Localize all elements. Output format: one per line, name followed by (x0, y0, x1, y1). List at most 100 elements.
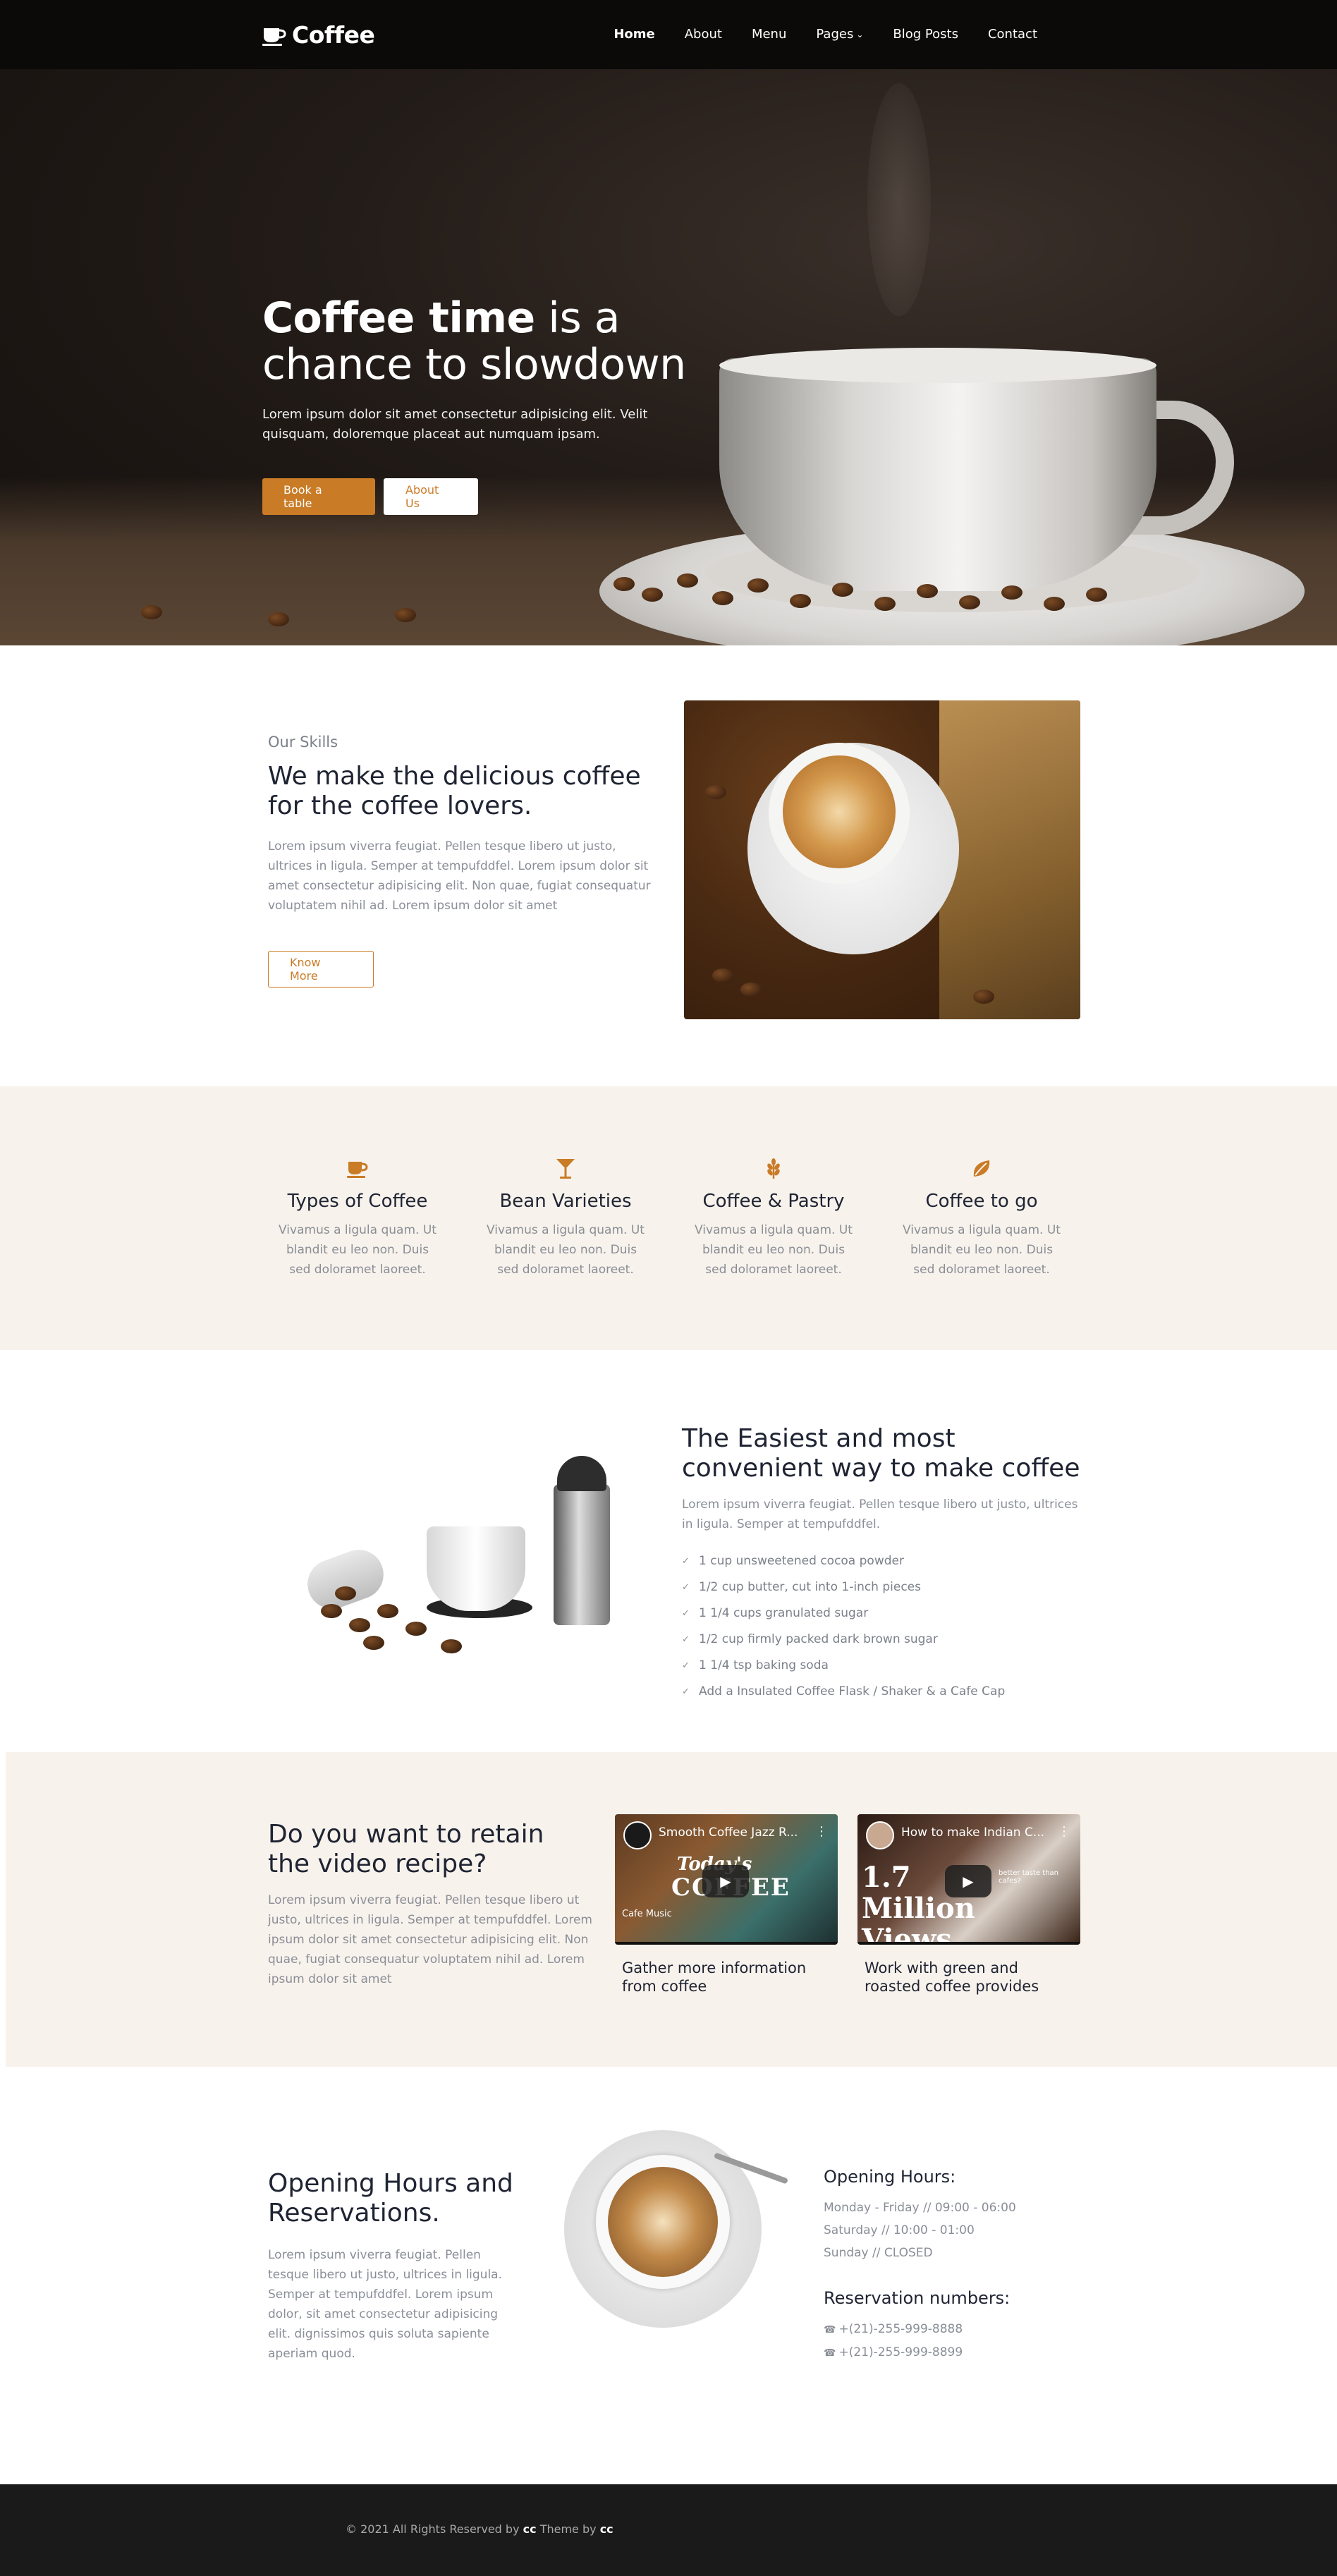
hero-title: Coffee time is a chance to slowdown (262, 295, 700, 388)
opening-line: Sunday // CLOSED (824, 2246, 933, 2260)
coffee-bean (747, 578, 769, 593)
nav-menu[interactable]: Menu (752, 27, 786, 42)
coffee-bean (363, 1636, 384, 1650)
coffee-bean (335, 1586, 356, 1600)
coffee-cup-icon (262, 25, 286, 46)
nav-home[interactable]: Home (613, 27, 654, 42)
more-options-icon[interactable]: ⋮ (1058, 1824, 1070, 1839)
feature-text: Vivamus a ligula quam. Ut blandit eu leo… (279, 1223, 436, 1277)
channel-avatar[interactable] (623, 1821, 652, 1849)
grinder-image (554, 1484, 610, 1625)
coffee-bean (959, 595, 980, 609)
coffee-bean (712, 968, 733, 983)
know-more-button[interactable]: Know More (268, 951, 374, 988)
list-item: ✓ 1/2 cup butter, cut into 1-inch pieces (682, 1574, 1091, 1600)
list-item-text: Add a Insulated Coffee Flask / Shaker & … (699, 1684, 1006, 1699)
coffee-mug-icon (262, 1157, 453, 1181)
check-icon: ✓ (682, 1582, 690, 1593)
burlap-bag-image (939, 700, 1080, 1019)
wheat-icon (678, 1157, 869, 1181)
phone-number[interactable]: ☎ +(21)-255-999-8888 (824, 2318, 1106, 2341)
list-item-text: 1 1/4 tsp baking soda (699, 1658, 829, 1672)
list-item: ✓ Add a Insulated Coffee Flask / Shaker &… (682, 1679, 1091, 1705)
video-card: Smooth Coffee Jazz R... ⋮ Today's COFFEE… (615, 1814, 838, 1995)
feature-title: Types of Coffee (287, 1191, 428, 1212)
more-options-icon[interactable]: ⋮ (815, 1824, 828, 1839)
footer: © 2021 All Rights Reserved by cc Theme b… (0, 2484, 1337, 2576)
coffee-bean (405, 1622, 427, 1636)
skills-body: Lorem ipsum viverra feugiat. Pellen tesq… (268, 839, 651, 913)
video-embed[interactable]: How to make Indian C... ⋮ 1.7 Million Vi… (857, 1814, 1080, 1945)
list-item: ✓ 1 1/4 tsp baking soda (682, 1653, 1091, 1679)
cocktail-glass-icon (470, 1157, 661, 1181)
nav-contact[interactable]: Contact (988, 27, 1037, 42)
hero-text: Coffee time is a chance to slowdown Lore… (262, 295, 700, 515)
coffee-bean (642, 588, 663, 602)
copyright-middle: Theme by (536, 2522, 600, 2536)
phone-number[interactable]: ☎ +(21)-255-999-8899 (824, 2341, 1106, 2364)
play-button-icon[interactable]: ▶ (945, 1865, 991, 1897)
nav-pages[interactable]: Pages ⌄ (816, 27, 863, 42)
coffee-cup-image (719, 358, 1156, 591)
video-title-text[interactable]: Smooth Coffee Jazz R... (659, 1825, 798, 1840)
opening-hours-heading: Opening Hours: (824, 2167, 956, 2187)
phone-text: +(21)-255-999-8888 (838, 2322, 963, 2336)
theme-author-link[interactable]: cc (600, 2522, 613, 2536)
hours-title: Opening Hours and Reservations. (268, 2169, 513, 2228)
check-icon: ✓ (682, 1556, 690, 1567)
coffee-bean (1086, 588, 1107, 602)
video-caption: Gather more information from coffee (622, 1960, 807, 1995)
brand-name: Coffee (292, 21, 375, 49)
check-icon: ✓ (682, 1660, 690, 1671)
coffee-bean (395, 608, 416, 622)
main-nav: Home About Menu Pages ⌄ Blog Posts Contac… (584, 27, 1037, 42)
video-overlay-subtitle: better taste than cafes? (999, 1869, 1059, 1885)
dripper-image (427, 1526, 525, 1611)
coffee-bean (349, 1618, 370, 1632)
list-item: ✓ 1/2 cup firmly packed dark brown sugar (682, 1627, 1091, 1653)
video-caption: Work with green and roasted coffee provi… (865, 1960, 1039, 1995)
video-title-text[interactable]: How to make Indian C... (901, 1825, 1044, 1840)
list-item-text: 1 1/4 cups granulated sugar (699, 1606, 869, 1620)
nav-blog-posts[interactable]: Blog Posts (893, 27, 958, 42)
video-embed[interactable]: Smooth Coffee Jazz R... ⋮ Today's COFFEE… (615, 1814, 838, 1945)
navbar: Coffee Home About Menu Pages ⌄ Blog Posts… (0, 0, 1337, 69)
coffee-bean (141, 605, 162, 619)
coffee-bean (441, 1639, 462, 1653)
feature-coffee-pastry: Coffee & Pastry Vivamus a ligula quam. U… (678, 1157, 869, 1280)
hours-body: Lorem ipsum viverra feugiat. Pellen tesq… (268, 2248, 502, 2361)
feature-title: Coffee & Pastry (702, 1191, 845, 1212)
feature-text: Vivamus a ligula quam. Ut blandit eu leo… (695, 1223, 853, 1277)
copyright-text: © 2021 All Rights Reserved by cc Theme b… (346, 2522, 613, 2536)
skills-section: Our Skills We make the delicious coffee … (0, 645, 1337, 1086)
channel-avatar[interactable] (866, 1821, 894, 1849)
hero-section: Coffee time is a chance to slowdown Lore… (0, 69, 1337, 645)
check-icon: ✓ (682, 1608, 690, 1619)
chevron-down-icon: ⌄ (856, 29, 864, 40)
brand-logo[interactable]: Coffee (262, 21, 375, 49)
list-item-text: 1/2 cup firmly packed dark brown sugar (699, 1632, 938, 1646)
feature-text: Vivamus a ligula quam. Ut blandit eu leo… (903, 1223, 1061, 1277)
feature-title: Bean Varieties (499, 1191, 632, 1212)
feature-types-of-coffee: Types of Coffee Vivamus a ligula quam. U… (262, 1157, 453, 1280)
leaf-icon (886, 1157, 1077, 1181)
about-us-button[interactable]: About Us (384, 478, 478, 515)
features-section: Types of Coffee Vivamus a ligula quam. U… (0, 1086, 1337, 1350)
coffee-bean (973, 990, 994, 1004)
coffee-bean (321, 1604, 342, 1618)
book-table-button[interactable]: Book a table (262, 478, 375, 515)
coffee-bean (874, 597, 896, 611)
easiest-text: The Easiest and most convenient way to m… (682, 1424, 1091, 1705)
feature-coffee-to-go: Coffee to go Vivamus a ligula quam. Ut b… (886, 1157, 1077, 1280)
phone-icon: ☎ (824, 2324, 836, 2335)
copyright-owner-link[interactable]: cc (523, 2522, 537, 2536)
easiest-body: Lorem ipsum viverra feugiat. Pellen tesq… (682, 1497, 1078, 1531)
feature-title: Coffee to go (925, 1191, 1038, 1212)
phone-icon: ☎ (824, 2347, 836, 2359)
coffee-bean (613, 577, 635, 591)
coffee-bean (677, 573, 698, 588)
latte-image (783, 755, 896, 868)
play-button-icon[interactable]: ▶ (702, 1865, 749, 1897)
hours-text: Opening Hours and Reservations. Lorem ip… (268, 2169, 518, 2364)
nav-about[interactable]: About (685, 27, 722, 42)
